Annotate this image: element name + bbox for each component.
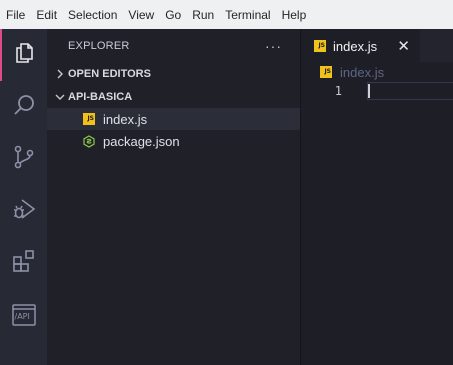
debug-icon xyxy=(11,196,37,227)
activity-explorer[interactable] xyxy=(0,29,47,81)
editor-area: JS index.js ✕ JS index.js 1 xyxy=(302,29,453,365)
menu-terminal[interactable]: Terminal xyxy=(225,8,270,22)
activity-run-debug[interactable] xyxy=(0,185,47,237)
tab-bar: JS index.js ✕ xyxy=(302,29,453,62)
activity-bar: /API xyxy=(0,29,47,365)
file-item-index-js[interactable]: JS index.js xyxy=(47,108,300,130)
chevron-down-icon xyxy=(53,93,67,101)
close-icon[interactable]: ✕ xyxy=(397,37,410,55)
js-file-icon: JS xyxy=(314,40,326,52)
files-icon xyxy=(12,41,36,70)
search-icon xyxy=(11,92,37,123)
nodejs-file-icon xyxy=(83,134,95,148)
breadcrumb-file[interactable]: index.js xyxy=(340,65,384,80)
explorer-sidebar: EXPLORER ··· OPEN EDITORS API-BASICA JS … xyxy=(47,29,301,365)
more-actions-icon[interactable]: ··· xyxy=(265,38,282,54)
menu-run[interactable]: Run xyxy=(192,8,214,22)
file-name: package.json xyxy=(103,133,180,149)
folder-section[interactable]: API-BASICA xyxy=(47,86,300,108)
activity-api[interactable]: /API xyxy=(0,289,47,341)
file-item-package-json[interactable]: package.json xyxy=(47,130,300,152)
open-editors-section[interactable]: OPEN EDITORS xyxy=(47,63,300,85)
folder-label: API-BASICA xyxy=(68,91,133,103)
code-line[interactable]: 1 xyxy=(302,82,453,100)
text-cursor xyxy=(368,84,370,98)
file-name: index.js xyxy=(103,111,148,127)
js-file-icon: JS xyxy=(83,113,95,125)
menu-edit[interactable]: Edit xyxy=(36,8,57,22)
tab-label: index.js xyxy=(333,38,378,54)
menu-file[interactable]: File xyxy=(6,8,25,22)
extensions-icon xyxy=(11,248,37,279)
source-control-icon xyxy=(12,144,36,175)
api-icon: /API xyxy=(11,303,36,327)
api-icon-label: /API xyxy=(14,312,30,321)
line-number: 1 xyxy=(334,84,342,98)
breadcrumb: JS index.js xyxy=(302,62,453,82)
activity-search[interactable] xyxy=(0,81,47,133)
menu-selection[interactable]: Selection xyxy=(68,8,117,22)
chevron-right-icon xyxy=(53,69,67,79)
explorer-title: EXPLORER xyxy=(68,40,130,52)
menu-view[interactable]: View xyxy=(128,8,154,22)
tab-index-js[interactable]: JS index.js ✕ xyxy=(302,29,420,62)
menu-go[interactable]: Go xyxy=(165,8,181,22)
menu-bar: File Edit Selection View Go Run Terminal… xyxy=(0,0,453,29)
activity-extensions[interactable] xyxy=(0,237,47,289)
js-file-icon: JS xyxy=(320,66,332,78)
explorer-header: EXPLORER ··· xyxy=(47,29,300,63)
open-editors-label: OPEN EDITORS xyxy=(68,68,151,80)
current-line-highlight xyxy=(367,82,453,100)
menu-help[interactable]: Help xyxy=(282,8,307,22)
activity-source-control[interactable] xyxy=(0,133,47,185)
